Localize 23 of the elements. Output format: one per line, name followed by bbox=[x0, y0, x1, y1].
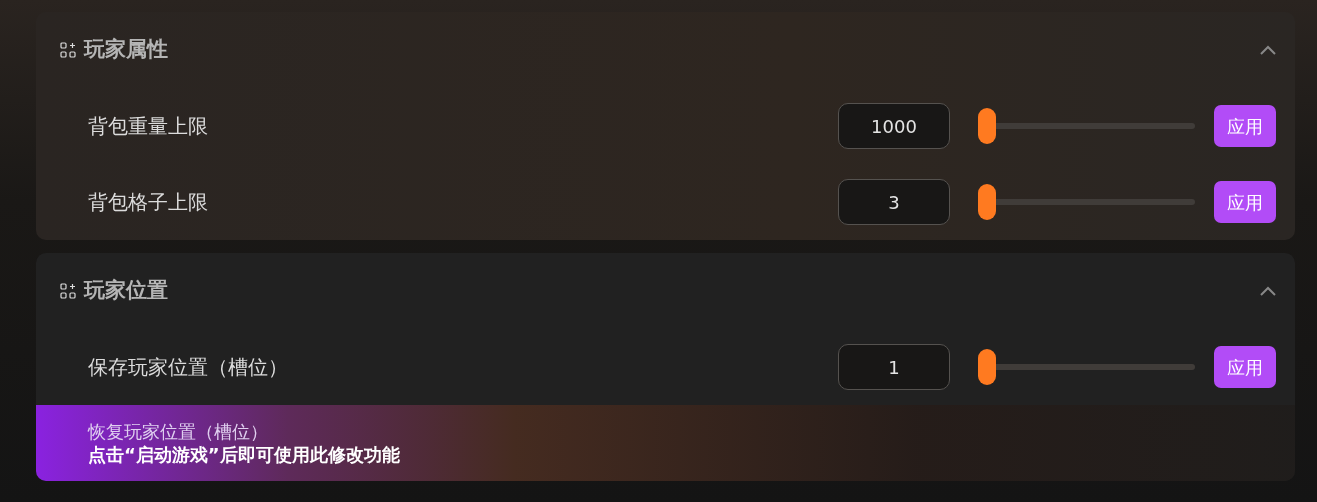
slider[interactable] bbox=[978, 349, 1195, 385]
chevron-icon[interactable] bbox=[1259, 44, 1277, 56]
number-field[interactable]: 1 bbox=[838, 344, 950, 390]
number-field[interactable]: 1000 bbox=[838, 103, 950, 149]
notice-text: 点击“启动游戏”后即可使用此修改功能 bbox=[88, 443, 400, 467]
section-title: 玩家位置 bbox=[84, 277, 168, 305]
apps-icon bbox=[60, 283, 76, 299]
slider[interactable] bbox=[978, 108, 1195, 144]
apply-button[interactable]: 应用 bbox=[1214, 105, 1276, 147]
setting-label: 背包格子上限 bbox=[88, 189, 208, 216]
apply-button[interactable]: 应用 bbox=[1214, 346, 1276, 388]
slider-thumb[interactable] bbox=[978, 349, 996, 385]
apps-icon bbox=[60, 42, 76, 58]
slider-thumb[interactable] bbox=[978, 184, 996, 220]
setting-label: 背包重量上限 bbox=[88, 113, 208, 140]
setting-label: 恢复玩家位置（槽位） bbox=[88, 419, 268, 443]
number-field[interactable]: 3 bbox=[838, 179, 950, 225]
section-title: 玩家属性 bbox=[84, 36, 168, 64]
apply-button[interactable]: 应用 bbox=[1214, 181, 1276, 223]
slider[interactable] bbox=[978, 184, 1195, 220]
setting-label: 保存玩家位置（槽位） bbox=[88, 354, 288, 381]
slider-thumb[interactable] bbox=[978, 108, 996, 144]
chevron-icon[interactable] bbox=[1259, 285, 1277, 297]
